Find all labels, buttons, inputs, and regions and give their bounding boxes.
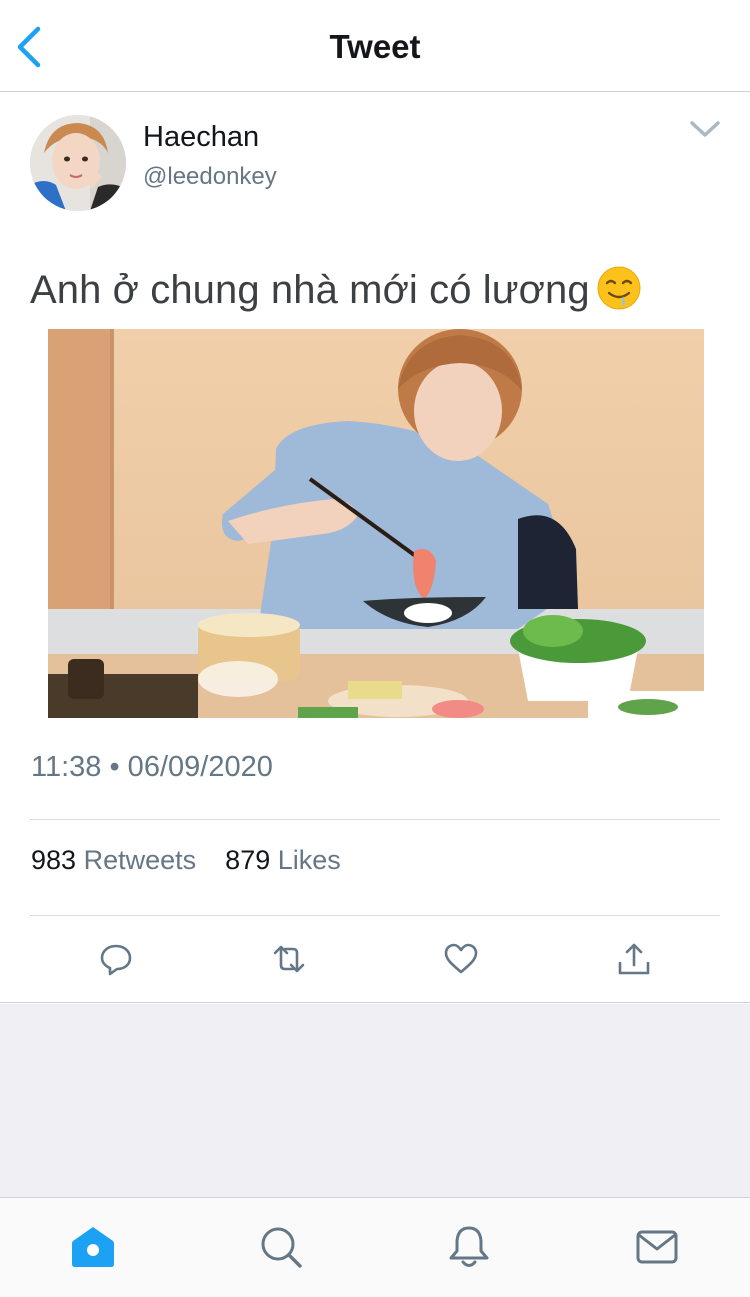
retweets-label[interactable]: Retweets (84, 845, 197, 875)
retweet-icon (273, 945, 305, 973)
avatar-image (30, 115, 126, 211)
tweet-text: Anh ở chung nhà mới có lương (30, 265, 642, 313)
share-button[interactable] (616, 941, 652, 977)
author-name[interactable]: Haechan (143, 121, 259, 154)
reply-button[interactable] (98, 941, 134, 977)
tweet-timestamp: 11:38 • 06/09/2020 (31, 751, 273, 783)
tweet-stats: 983 Retweets 879 Likes (31, 845, 341, 876)
empty-area (0, 1004, 750, 1197)
photo-image (48, 329, 704, 718)
tweet-text-content: Anh ở chung nhà mới có lương (30, 268, 590, 312)
chevron-down-icon (690, 121, 720, 137)
notifications-icon (449, 1226, 489, 1267)
messages-icon (636, 1230, 678, 1264)
divider (30, 819, 720, 820)
reply-icon (100, 944, 132, 976)
tab-home[interactable] (70, 1224, 116, 1270)
likes-count[interactable]: 879 (225, 845, 270, 875)
avatar[interactable] (30, 115, 126, 211)
heart-icon (444, 943, 478, 974)
more-options-button[interactable] (688, 117, 722, 145)
divider (30, 915, 720, 916)
tweet-detail: Haechan @leedonkey Anh ở chung nhà mới c… (0, 93, 750, 1003)
author-handle[interactable]: @leedonkey (143, 163, 277, 191)
like-button[interactable] (443, 941, 479, 977)
tab-notifications[interactable] (446, 1224, 492, 1270)
page-title: Tweet (329, 28, 421, 65)
home-icon (72, 1227, 114, 1267)
share-icon (618, 943, 650, 975)
tab-search[interactable] (258, 1224, 304, 1270)
tab-messages[interactable] (634, 1224, 680, 1270)
retweets-count[interactable]: 983 (31, 845, 76, 875)
navigation-bar: Tweet (0, 0, 750, 92)
search-icon (261, 1227, 302, 1268)
tab-bar (0, 1197, 750, 1297)
drooling-face-icon (596, 265, 642, 311)
retweet-button[interactable] (271, 941, 307, 977)
tweet-photo[interactable] (48, 329, 704, 718)
likes-label[interactable]: Likes (278, 845, 341, 875)
